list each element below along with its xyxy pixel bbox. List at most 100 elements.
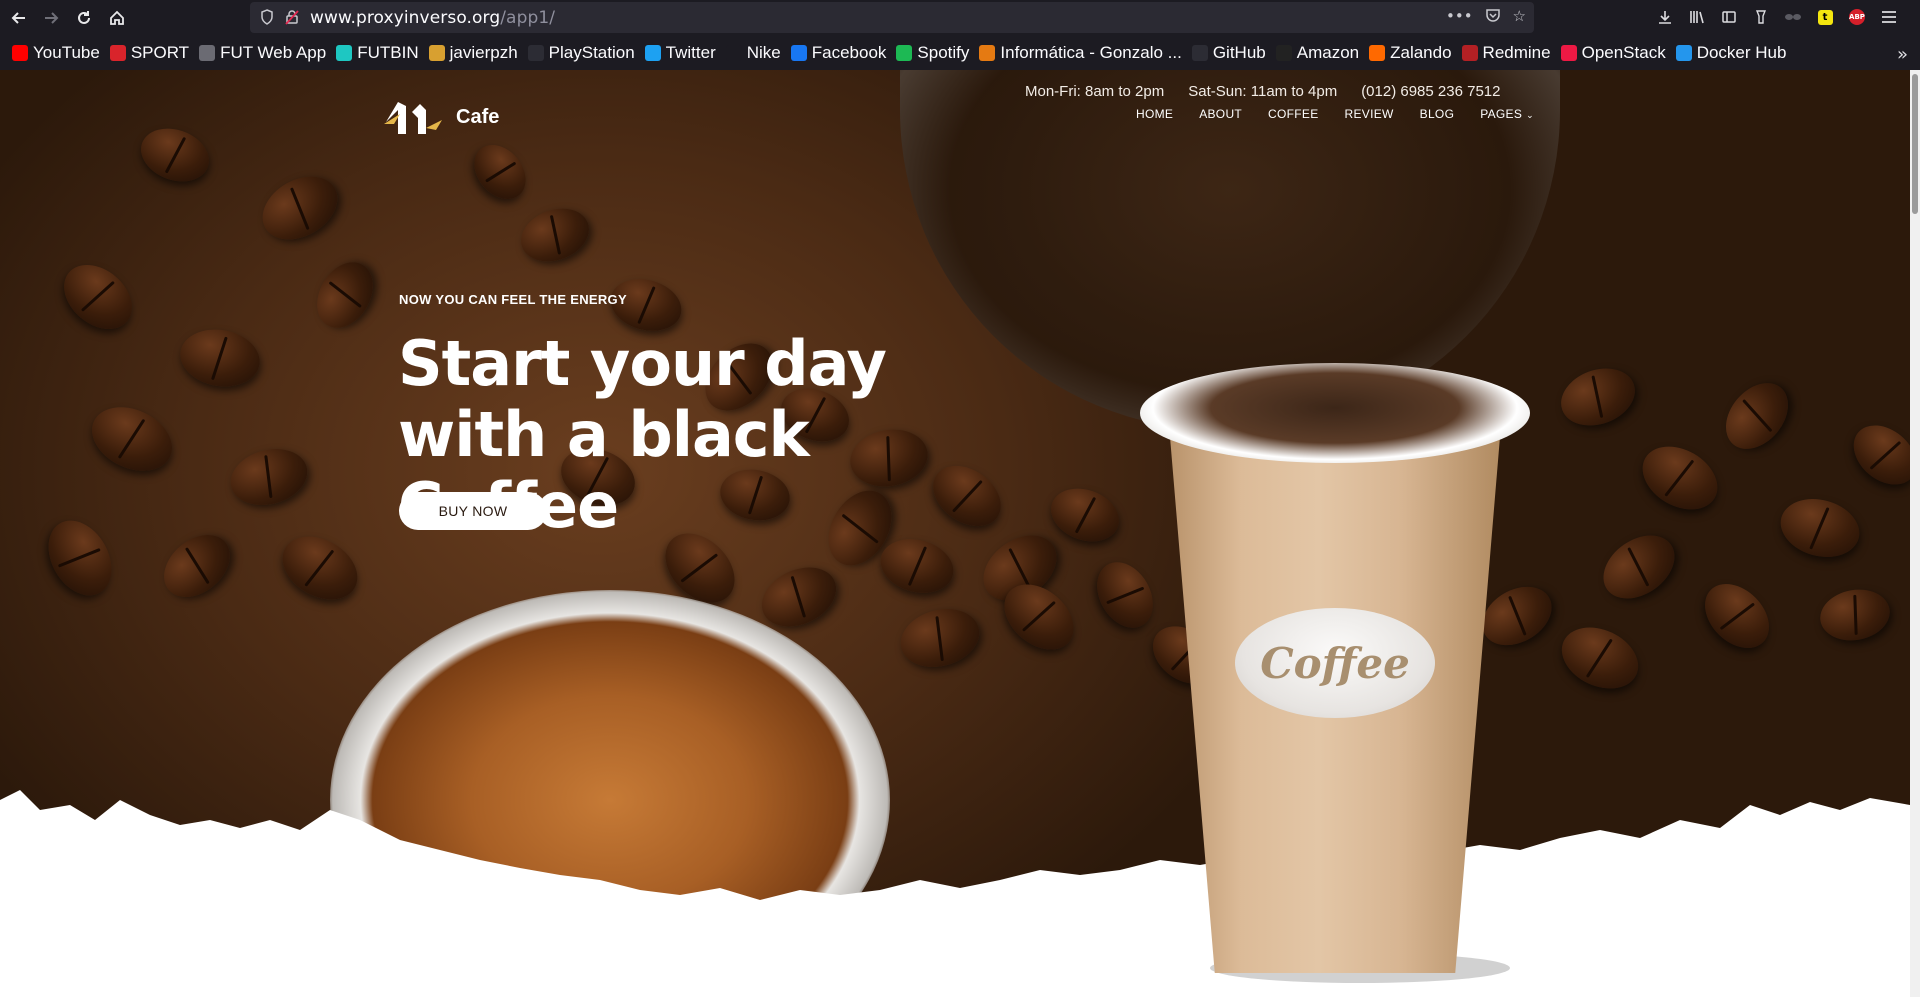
bookmark-item[interactable]: Zalando [1367, 36, 1459, 70]
bookmark-item[interactable]: Redmine [1460, 36, 1559, 70]
bookmark-item[interactable]: Twitter [643, 36, 724, 70]
insecure-lock-icon[interactable] [284, 9, 300, 29]
web-page: Mon-Fri: 8am to 2pm Sat-Sun: 11am to 4pm… [0, 70, 1910, 997]
bookmark-favicon-icon [790, 45, 807, 61]
bookmark-label: FUTBIN [357, 43, 419, 62]
sidebar-icon[interactable] [1718, 6, 1740, 28]
coffee-bean [251, 163, 349, 253]
coffee-bean [51, 251, 145, 343]
coffee-bean [463, 134, 537, 210]
library-icon[interactable] [1686, 6, 1708, 28]
bookmark-item[interactable]: FUTBIN [334, 36, 426, 70]
back-icon[interactable] [8, 7, 30, 29]
url-path: /app1/ [500, 8, 556, 28]
bookmark-item[interactable]: SPORT [108, 36, 197, 70]
nav-review[interactable]: REVIEW [1345, 107, 1394, 121]
bookmark-item[interactable]: Amazon [1274, 36, 1367, 70]
bookmark-item[interactable]: Informática - Gonzalo ... [977, 36, 1189, 70]
menu-icon[interactable] [1878, 6, 1900, 28]
chevron-down-icon: ⌄ [1526, 110, 1535, 120]
coffee-bean [1713, 370, 1801, 462]
bookmark-item[interactable]: Facebook [789, 36, 895, 70]
bookmark-label: Zalando [1390, 43, 1452, 62]
nav-coffee[interactable]: COFFEE [1268, 107, 1318, 121]
bookmark-favicon-icon [1675, 45, 1692, 61]
pocket-icon[interactable] [1485, 7, 1501, 27]
mask-icon[interactable] [1782, 6, 1804, 28]
coffee-bean [1551, 615, 1649, 701]
scrollbar-thumb[interactable] [1912, 74, 1918, 214]
address-bar[interactable]: www.proxyinverso.org/app1/ ••• ☆ [250, 2, 1534, 33]
bookmark-item[interactable]: YouTube [10, 36, 108, 70]
bookmark-favicon-icon [428, 45, 445, 61]
home-icon[interactable] [106, 7, 128, 29]
cup-label: Coffee [1235, 608, 1435, 718]
coffee-bean [224, 440, 314, 514]
bookmark-favicon-icon [1461, 45, 1478, 61]
bookmark-item[interactable]: GitHub [1190, 36, 1274, 70]
coffee-bean [1591, 522, 1687, 612]
bookmark-item[interactable]: FUT Web App [197, 36, 334, 70]
nav-pages[interactable]: PAGES ⌄ [1480, 107, 1534, 121]
bookmark-label: Nike [746, 43, 781, 62]
logo-mark-icon [384, 100, 442, 134]
bookmark-favicon-icon [527, 45, 544, 61]
download-icon[interactable] [1654, 6, 1676, 28]
forward-icon[interactable] [40, 7, 62, 29]
coffee-bean [1631, 433, 1729, 523]
coffee-bean [513, 199, 597, 271]
adblock-plus-icon[interactable]: ABP [1846, 6, 1868, 28]
bookmark-favicon-icon [979, 45, 996, 61]
bookmark-item[interactable]: javierpzh [427, 36, 526, 70]
bookmark-favicon-icon [1275, 45, 1292, 61]
bookmark-favicon-icon [1369, 45, 1386, 61]
bookmark-label: Informática - Gonzalo ... [1000, 43, 1182, 62]
phone-number[interactable]: (012) 6985 236 7512 [1361, 83, 1500, 100]
bookmark-label: GitHub [1212, 43, 1266, 62]
url-text[interactable]: www.proxyinverso.org/app1/ [310, 8, 555, 28]
bookmark-item[interactable]: Docker Hub [1674, 36, 1795, 70]
coffee-bean [271, 523, 369, 613]
bookmark-item[interactable]: Spotify [894, 36, 977, 70]
bookmark-star-icon[interactable]: ☆ [1513, 7, 1526, 27]
coffee-bean [1774, 490, 1866, 566]
bookmarks-overflow-icon[interactable]: » [1897, 44, 1908, 65]
bookmark-item[interactable]: PlayStation [526, 36, 643, 70]
bookmark-favicon-icon [109, 45, 126, 61]
nav-blog[interactable]: BLOG [1420, 107, 1455, 121]
url-host: www.proxyinverso.org [310, 8, 501, 28]
extension-icon[interactable] [1750, 6, 1772, 28]
coffee-bean [1043, 479, 1127, 551]
bookmark-favicon-icon [1560, 45, 1577, 61]
coffee-bean [1692, 571, 1782, 661]
bookmark-item[interactable]: Nike [724, 36, 789, 70]
browser-toolbar: www.proxyinverso.org/app1/ ••• ☆ t ABP [0, 0, 1920, 36]
reload-icon[interactable] [73, 7, 95, 29]
bookmark-favicon-icon [896, 45, 913, 61]
more-actions-icon[interactable]: ••• [1446, 7, 1473, 27]
bookmark-favicon-icon [1191, 45, 1208, 61]
coffee-bean [151, 522, 243, 610]
nav-pages-label: PAGES [1480, 107, 1523, 121]
header-info-bar: Mon-Fri: 8am to 2pm Sat-Sun: 11am to 4pm… [1025, 83, 1500, 100]
nav-home[interactable]: HOME [1136, 107, 1173, 121]
bookmark-label: Facebook [811, 43, 887, 62]
bookmark-label: OpenStack [1581, 43, 1666, 62]
bookmark-label: Redmine [1482, 43, 1551, 62]
coffee-bean [1553, 358, 1643, 436]
nav-about[interactable]: ABOUT [1199, 107, 1242, 121]
bookmark-label: Amazon [1296, 43, 1360, 62]
site-logo[interactable]: Cafe [384, 100, 499, 134]
bookmark-item[interactable]: OpenStack [1559, 36, 1674, 70]
page-scrollbar[interactable] [1910, 70, 1920, 997]
buy-now-button[interactable]: BUY NOW [399, 492, 547, 530]
hero-eyebrow: NOW YOU CAN FEEL THE ENERGY [399, 292, 627, 307]
shield-icon[interactable] [260, 9, 274, 29]
coffee-bean [874, 531, 960, 601]
bookmark-label: PlayStation [548, 43, 635, 62]
tampermonkey-icon[interactable]: t [1814, 6, 1836, 28]
bookmark-label: YouTube [33, 43, 100, 62]
coffee-bean [305, 252, 385, 338]
bookmark-favicon-icon [725, 45, 742, 61]
weekend-hours: Sat-Sun: 11am to 4pm [1188, 83, 1338, 100]
